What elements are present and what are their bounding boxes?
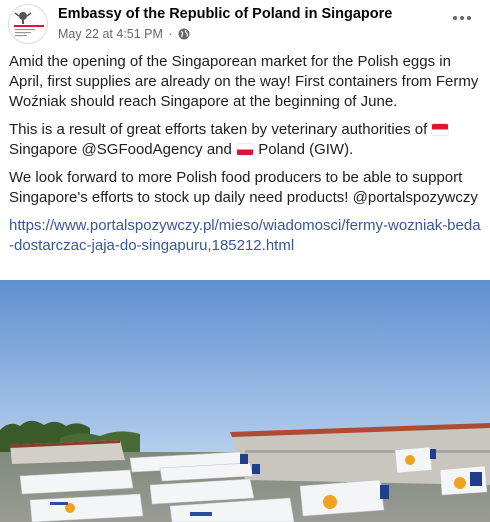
post-photo[interactable] (0, 280, 490, 522)
paragraph-text: Poland (GIW). (258, 141, 354, 158)
singapore-flag-icon (432, 124, 449, 135)
paragraph-text: This is a result of great efforts taken … (9, 121, 428, 138)
globe-icon (178, 28, 190, 43)
post-body: Amid the opening of the Singaporean mark… (9, 52, 483, 264)
meta-separator: · (168, 27, 173, 41)
post-link-paragraph: https://www.portalspozywczy.pl/mieso/wia… (9, 216, 483, 256)
post-paragraph: Amid the opening of the Singaporean mark… (9, 53, 479, 110)
post-paragraph: We look forward to more Polish food prod… (9, 169, 478, 206)
more-options-icon[interactable] (448, 8, 476, 28)
paragraph-text: Singapore @SGFoodAgency and (9, 141, 232, 158)
post-header: Embassy of the Republic of Poland in Sin… (0, 0, 490, 46)
article-link[interactable]: https://www.portalspozywczy.pl/mieso/wia… (9, 217, 481, 254)
page-name-link[interactable]: Embassy of the Republic of Poland in Sin… (58, 6, 392, 22)
avatar[interactable] (8, 4, 48, 44)
poland-flag-icon (237, 144, 254, 155)
post-paragraph: This is a result of great efforts taken … (9, 120, 483, 160)
post-meta: May 22 at 4:51 PM · (58, 27, 190, 43)
post-timestamp[interactable]: May 22 at 4:51 PM (58, 27, 163, 41)
